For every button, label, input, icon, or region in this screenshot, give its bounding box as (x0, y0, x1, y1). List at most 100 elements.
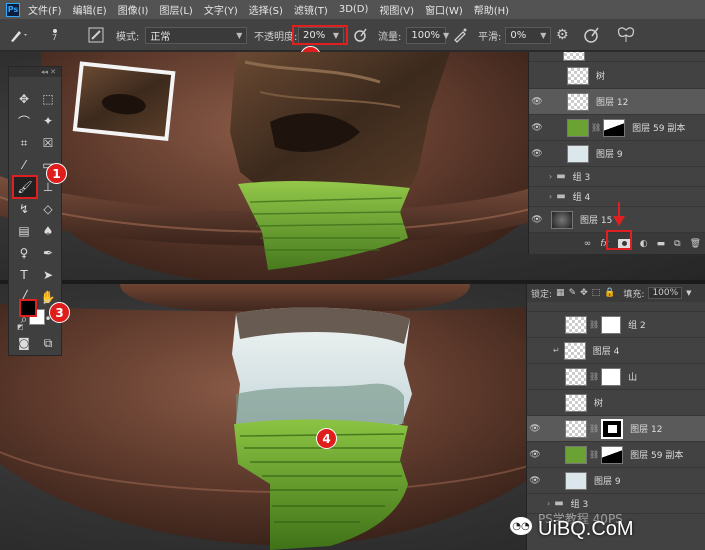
layer-row-selected[interactable]: 👁 图层 12 (529, 89, 705, 115)
gradient-tool-icon[interactable]: ▤ (13, 221, 35, 241)
eye-icon[interactable]: 👁 (529, 149, 545, 159)
layer-name: 图层 59 副本 (632, 124, 686, 134)
trash-icon[interactable]: 🗑 (690, 239, 701, 249)
frame-tool-icon[interactable]: ☒ (37, 133, 59, 153)
chain-link-icon[interactable]: ⛓ (589, 320, 599, 329)
brush-size-picker[interactable]: 7 (52, 19, 57, 51)
step-badge-1: 1 (46, 163, 67, 184)
chevron-right-icon[interactable]: › (549, 172, 552, 181)
layer-row[interactable]: 👁 图层 9 (529, 141, 705, 167)
type-tool-icon[interactable]: T (13, 265, 35, 285)
layer-mask-thumbnail[interactable] (601, 367, 622, 386)
layer-row[interactable]: ↵ 图层 4 (527, 338, 705, 364)
lock-paint-icon[interactable]: ✎ (569, 288, 577, 298)
layer-row-selected[interactable]: 👁 ⛓ 图层 12 (527, 416, 705, 442)
lock-transparent-icon[interactable]: ▦ (556, 288, 565, 298)
chain-link-icon[interactable]: ⛓ (589, 372, 599, 381)
layer-row[interactable]: ⛓ 山 (527, 364, 705, 390)
mode-label: 模式: (116, 31, 140, 43)
layer-mask-thumbnail[interactable] (601, 445, 624, 464)
fill-input[interactable]: 100% (648, 287, 683, 299)
menu-filter[interactable]: 滤镜(T) (294, 2, 328, 17)
step-badge-4: 4 (316, 428, 337, 449)
eyedropper-icon[interactable]: ⁄ (13, 155, 35, 175)
new-layer-icon[interactable]: ⧉ (674, 239, 680, 249)
link-icon[interactable]: ∞ (584, 239, 592, 249)
symmetry-button[interactable] (616, 19, 636, 51)
dodge-tool-icon[interactable]: ♀ (13, 243, 35, 263)
gear-icon: ⚙ (556, 27, 569, 43)
lasso-tool-icon[interactable]: ⌒ (13, 111, 35, 131)
menu-file[interactable]: 文件(F) (28, 2, 62, 17)
eye-icon[interactable]: 👁 (529, 215, 545, 225)
layer-name: 图层 15 (580, 216, 613, 226)
eraser-icon[interactable]: ◇ (37, 199, 59, 219)
chain-link-icon[interactable]: ⛓ (589, 450, 599, 459)
move-tool-icon[interactable]: ✥ (13, 89, 35, 109)
menu-window[interactable]: 窗口(W) (425, 2, 463, 17)
swap-colors-icon[interactable]: ⇄ (43, 297, 50, 306)
mode-dropdown[interactable]: 正常 ▼ (145, 26, 248, 44)
layer-row-partial[interactable] (527, 302, 705, 312)
toolbar-collapse-handle[interactable]: ◂◂ ✕ (9, 67, 61, 77)
layer-mask-thumbnail[interactable] (603, 118, 626, 137)
lock-label: 锁定: (531, 289, 553, 300)
default-colors-icon[interactable]: ◩ (17, 323, 24, 331)
layer-row[interactable]: 树 (527, 390, 705, 416)
pressure-size-toggle[interactable] (582, 19, 600, 51)
crop-tool-icon[interactable]: ⌗ (13, 133, 35, 153)
pressure-opacity-toggle[interactable] (352, 19, 368, 51)
chain-link-icon[interactable]: ⛓ (591, 123, 601, 132)
menu-select[interactable]: 选择(S) (249, 2, 283, 17)
flow-input[interactable]: 100% ▼ (406, 26, 449, 44)
brush-tool-icon[interactable]: 🖌 (12, 175, 38, 199)
blur-tool-icon[interactable]: ♠ (37, 221, 59, 241)
layer-row-partial[interactable] (529, 52, 705, 62)
tool-preset-picker[interactable] (8, 19, 30, 51)
layer-row[interactable]: 👁 ⛓ 图层 59 副本 (529, 115, 705, 141)
chevron-down-icon[interactable]: ▼ (686, 289, 691, 297)
chevron-right-icon[interactable]: › (549, 192, 552, 201)
menu-layer[interactable]: 图层(L) (159, 2, 192, 17)
eye-icon[interactable]: 👁 (527, 476, 543, 486)
menu-edit[interactable]: 编辑(E) (73, 2, 107, 17)
magic-wand-icon[interactable]: ✦ (37, 111, 59, 131)
document-canvas[interactable]: 树 👁 图层 12 👁 ⛓ 图层 59 副本 👁 图层 9 › ▬ 组 3 › … (0, 52, 705, 550)
foreground-color-swatch[interactable] (19, 299, 37, 317)
layer-row[interactable]: 👁 ⛓ 图层 59 副本 (527, 442, 705, 468)
lock-all-icon[interactable]: 🔒 (604, 288, 615, 298)
history-brush-icon[interactable]: ↯ (13, 199, 35, 219)
smoothing-settings-button[interactable]: ⚙ (556, 19, 569, 51)
menu-view[interactable]: 视图(V) (379, 2, 414, 17)
lock-artboard-icon[interactable]: ⬚ (592, 288, 601, 298)
eye-icon[interactable]: 👁 (527, 424, 543, 434)
layer-mask-thumbnail[interactable] (601, 315, 622, 334)
marquee-tool-icon[interactable]: ⬚ (37, 89, 59, 109)
pen-tool-icon[interactable]: ✒ (37, 243, 59, 263)
eye-icon[interactable]: 👁 (529, 97, 545, 107)
layer-thumbnail (563, 52, 585, 61)
brush-panel-toggle[interactable] (88, 19, 104, 51)
eye-icon[interactable]: 👁 (527, 450, 543, 460)
folder-icon[interactable]: ▬ (657, 239, 666, 249)
layer-mask-thumbnail[interactable] (601, 418, 624, 439)
menu-3d[interactable]: 3D(D) (339, 4, 369, 15)
airbrush-toggle[interactable] (452, 19, 468, 51)
path-select-icon[interactable]: ➤ (37, 265, 59, 285)
lock-move-icon[interactable]: ✥ (580, 288, 588, 298)
chain-link-icon[interactable]: ⛓ (589, 424, 599, 433)
layer-row[interactable]: ⛓ 组 2 (527, 312, 705, 338)
eye-icon[interactable]: 👁 (529, 123, 545, 133)
layer-thumbnail (567, 144, 589, 163)
chevron-down-icon: ▼ (540, 30, 547, 40)
smoothing-input[interactable]: 0% ▼ (505, 26, 552, 44)
layer-row[interactable]: 树 (529, 63, 705, 89)
menu-image[interactable]: 图像(I) (118, 2, 149, 17)
menu-type[interactable]: 文字(Y) (204, 2, 238, 17)
menu-help[interactable]: 帮助(H) (474, 2, 509, 17)
screen-mode-icon[interactable]: ⧉ (37, 333, 59, 353)
layer-row[interactable]: 👁 图层 9 (527, 468, 705, 494)
quick-mask-icon[interactable]: ◙ (13, 333, 35, 353)
group-row[interactable]: › ▬ 组 3 (529, 167, 705, 187)
adjustment-icon[interactable]: ◐ (640, 239, 648, 249)
